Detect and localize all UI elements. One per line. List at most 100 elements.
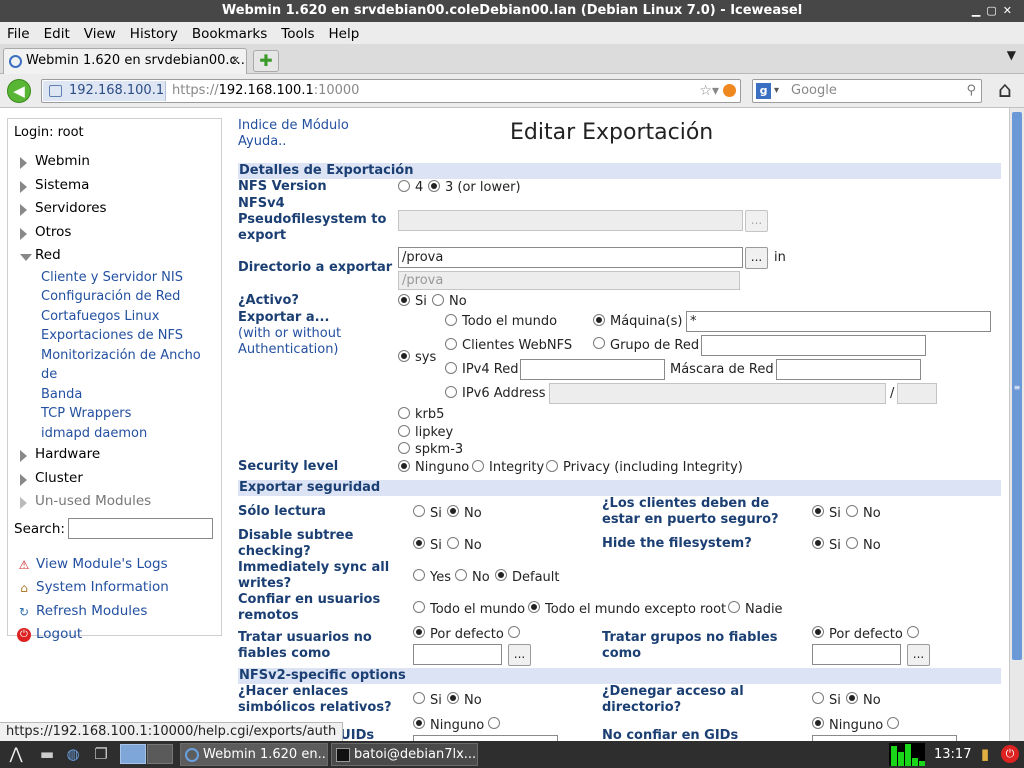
maximize-icon[interactable]: ▢	[986, 4, 1002, 17]
trust-all-but-root-radio[interactable]	[528, 601, 540, 613]
trust-all-radio[interactable]	[413, 601, 425, 613]
tab-close-icon[interactable]: ✕	[231, 49, 240, 73]
readonly-yes-radio[interactable]	[413, 505, 425, 517]
window-controls[interactable]: ▁▢✕	[972, 0, 1018, 22]
subtree-yes-radio[interactable]	[413, 537, 425, 549]
secure-port-yes-radio[interactable]	[812, 505, 824, 517]
module-link-idmapd[interactable]: idmapd daemon	[14, 424, 221, 444]
readonly-no-radio[interactable]	[447, 505, 459, 517]
category-hardware[interactable]: Hardware	[14, 443, 221, 467]
symlinks-no-radio[interactable]	[447, 692, 459, 704]
menu-bookmarks[interactable]: Bookmarks	[185, 22, 274, 46]
category-otros[interactable]: Otros	[14, 221, 221, 245]
engine-dropdown-icon[interactable]: ▾	[774, 80, 779, 102]
export-ipv4-input[interactable]	[520, 359, 665, 380]
export-hosts-input[interactable]: *	[686, 311, 991, 332]
category-unused-modules[interactable]: Un-used Modules	[14, 490, 221, 514]
page-scrollbar[interactable]: ≡	[1009, 108, 1024, 741]
tab-list-chevron-icon[interactable]: ▼	[1007, 48, 1016, 62]
auth-lipkey-radio[interactable]	[398, 425, 410, 437]
export-ipv6-prefix-input[interactable]	[897, 383, 937, 404]
security-none-radio[interactable]	[398, 460, 410, 472]
power-icon[interactable]: ⏻	[1001, 745, 1019, 763]
logout-link[interactable]: ⏻ Logout	[14, 623, 221, 647]
module-search-input[interactable]	[68, 517, 213, 539]
untrusted-users-custom-radio[interactable]	[508, 626, 520, 638]
untrusted-groups-browse-button[interactable]: ...	[907, 644, 930, 666]
home-icon[interactable]: ⌂	[992, 78, 1018, 104]
pseudofs-browse-button[interactable]: ...	[745, 210, 768, 232]
module-link-nfs-exports[interactable]: Exportaciones de NFS	[14, 326, 221, 346]
new-tab-button[interactable]: ✚	[253, 50, 279, 72]
menu-edit[interactable]: Edit	[37, 22, 77, 46]
active-yes-radio[interactable]	[398, 294, 410, 306]
close-icon[interactable]: ✕	[1003, 4, 1018, 17]
sync-default-radio[interactable]	[495, 569, 507, 581]
module-link-bandwidth-cont[interactable]: Banda	[14, 385, 221, 405]
pseudofs-input[interactable]	[398, 210, 743, 231]
module-link-tcp-wrappers[interactable]: TCP Wrappers	[14, 404, 221, 424]
active-no-radio[interactable]	[432, 294, 444, 306]
untrusted-groups-input[interactable]	[812, 644, 901, 665]
hide-fs-no-radio[interactable]	[846, 537, 858, 549]
system-information-link[interactable]: ⌂ System Information	[14, 576, 221, 600]
search-bar[interactable]: g ▾ Google ⚲	[752, 79, 982, 103]
export-netgroup-input[interactable]	[701, 335, 926, 356]
untrusted-groups-custom-radio[interactable]	[907, 626, 919, 638]
url-bar[interactable]: 192.168.100.1 https://192.168.100.1:1000…	[41, 79, 741, 103]
tab-webmin[interactable]: Webmin 1.620 en srvdebian00.c... ✕	[3, 48, 247, 74]
category-cluster[interactable]: Cluster	[14, 467, 221, 491]
hide-fs-yes-radio[interactable]	[812, 537, 824, 549]
category-sistema[interactable]: Sistema	[14, 174, 221, 198]
module-link-firewall[interactable]: Cortafuegos Linux	[14, 307, 221, 327]
module-index-link[interactable]: Indice de Módulo	[238, 118, 349, 134]
refresh-modules-link[interactable]: ↻ Refresh Modules	[14, 600, 221, 624]
module-link-network-config[interactable]: Configuración de Red	[14, 287, 221, 307]
minimize-icon[interactable]: ▁	[972, 4, 986, 17]
directory-browse-button[interactable]: ...	[745, 247, 768, 269]
nfs-version-4-radio[interactable]	[398, 180, 410, 192]
module-link-nis[interactable]: Cliente y Servidor NIS	[14, 268, 221, 288]
export-ipv4-radio[interactable]	[445, 362, 457, 374]
export-everyone-radio[interactable]	[445, 314, 457, 326]
nfs-version-3-radio[interactable]	[428, 180, 440, 192]
untrusted-groups-default-radio[interactable]	[812, 626, 824, 638]
export-ipv6-radio[interactable]	[445, 386, 457, 398]
history-dropdown-icon[interactable]: ▾	[712, 83, 719, 99]
distrust-uids-custom-radio[interactable]	[488, 717, 500, 729]
untrusted-users-input[interactable]	[413, 644, 502, 665]
export-netmask-input[interactable]	[776, 359, 921, 380]
auth-spkm3-radio[interactable]	[398, 442, 410, 454]
web-browser-icon[interactable]: ◍	[63, 745, 83, 763]
distrust-uids-none-radio[interactable]	[413, 717, 425, 729]
battery-icon[interactable]: ▮	[975, 745, 995, 763]
security-integrity-radio[interactable]	[472, 460, 484, 472]
secure-port-no-radio[interactable]	[846, 505, 858, 517]
google-engine-icon[interactable]: g	[756, 83, 771, 99]
distrust-gids-custom-radio[interactable]	[887, 717, 899, 729]
bookmark-star-icon[interactable]: ☆	[699, 83, 712, 99]
export-hosts-radio[interactable]	[593, 314, 605, 326]
menu-tools[interactable]: Tools	[274, 22, 321, 46]
menu-history[interactable]: History	[123, 22, 185, 46]
subtree-no-radio[interactable]	[447, 537, 459, 549]
sync-yes-radio[interactable]	[413, 569, 425, 581]
desktop-1[interactable]	[120, 744, 146, 764]
deny-dir-no-radio[interactable]	[846, 692, 858, 704]
back-button[interactable]: ◀	[7, 79, 31, 103]
desktop-2[interactable]	[147, 744, 173, 764]
deny-dir-yes-radio[interactable]	[812, 692, 824, 704]
module-link-bandwidth[interactable]: Monitorización de Ancho de	[14, 346, 221, 385]
untrusted-users-default-radio[interactable]	[413, 626, 425, 638]
auth-krb5-radio[interactable]	[398, 407, 410, 419]
symlinks-yes-radio[interactable]	[413, 692, 425, 704]
start-menu-icon[interactable]: ⋀	[6, 745, 26, 763]
sync-no-radio[interactable]	[455, 569, 467, 581]
category-red[interactable]: Red	[14, 244, 221, 268]
category-servidores[interactable]: Servidores	[14, 197, 221, 221]
category-webmin[interactable]: Webmin	[14, 150, 221, 174]
help-link[interactable]: Ayuda..	[238, 134, 349, 150]
export-webnfs-radio[interactable]	[445, 338, 457, 350]
trust-none-radio[interactable]	[728, 601, 740, 613]
file-manager-icon[interactable]: ▬	[37, 745, 57, 763]
